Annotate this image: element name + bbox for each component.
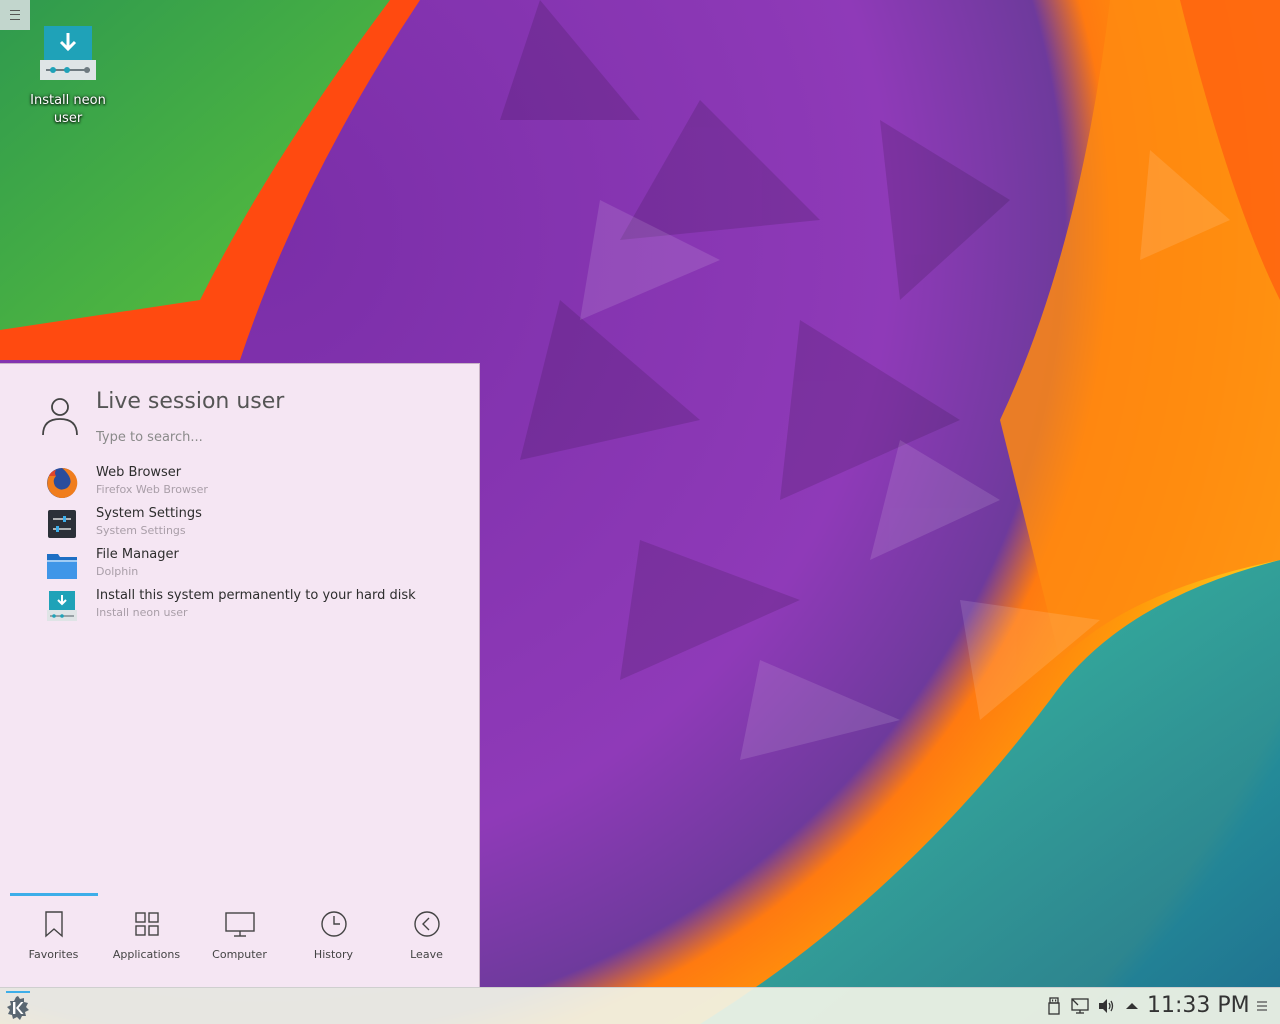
tab-label: Computer	[212, 948, 267, 961]
clock-icon	[320, 911, 347, 937]
network-icon[interactable]	[1071, 997, 1089, 1015]
bookmark-icon	[44, 911, 63, 938]
panel-options-icon[interactable]	[1256, 999, 1268, 1013]
active-tab-indicator	[10, 893, 98, 896]
launcher-active-indicator	[6, 991, 30, 993]
desktop-icon-install-neon[interactable]: Install neon user	[20, 24, 116, 128]
favorite-description: Firefox Web Browser	[96, 483, 208, 496]
tab-applications[interactable]: Applications	[100, 910, 193, 970]
favorite-name: System Settings	[96, 506, 202, 521]
tab-label: Leave	[410, 948, 443, 961]
tab-favorites[interactable]: Favorites	[7, 910, 100, 970]
favorite-description: System Settings	[96, 524, 186, 537]
system-settings-icon	[48, 510, 76, 538]
tab-computer[interactable]: Computer	[193, 910, 286, 970]
leave-icon	[413, 911, 440, 937]
user-avatar-icon	[42, 398, 78, 436]
kde-logo-icon	[7, 996, 29, 1020]
favorite-description: Dolphin	[96, 565, 139, 578]
folder-icon	[47, 554, 77, 579]
favorite-item-web-browser[interactable]: Web Browser Firefox Web Browser	[40, 465, 460, 505]
installer-icon	[40, 26, 96, 80]
application-launcher: Live session user Web Browser Firefox We…	[0, 363, 480, 987]
hamburger-menu-icon	[10, 10, 20, 20]
favorite-item-file-manager[interactable]: File Manager Dolphin	[40, 547, 460, 587]
monitor-icon	[224, 912, 255, 937]
tab-history[interactable]: History	[287, 910, 380, 970]
clock[interactable]: 11:33 PM	[1147, 993, 1250, 1018]
tab-leave[interactable]: Leave	[380, 910, 473, 970]
volume-icon[interactable]	[1097, 997, 1115, 1015]
favorite-description: Install neon user	[96, 606, 188, 619]
favorite-item-installer[interactable]: Install this system permanently to your …	[40, 588, 460, 628]
favorite-item-system-settings[interactable]: System Settings System Settings	[40, 506, 460, 546]
tab-label: History	[313, 948, 354, 961]
tab-label: Favorites	[28, 948, 79, 961]
tab-label: Applications	[112, 948, 181, 961]
user-name: Live session user	[96, 389, 285, 414]
taskbar: 11:33 PM	[0, 987, 1280, 1024]
favorite-name: Web Browser	[96, 465, 182, 480]
installer-icon	[47, 591, 77, 621]
expand-arrow-icon[interactable]	[1123, 997, 1141, 1015]
firefox-icon	[47, 467, 78, 498]
grid-icon	[134, 912, 159, 936]
favorite-name: File Manager	[96, 547, 179, 562]
favorite-name: Install this system permanently to your …	[96, 588, 416, 603]
application-launcher-button[interactable]	[4, 991, 32, 1021]
launcher-tabs: Favorites Applications Computer History …	[0, 890, 480, 988]
usb-icon[interactable]	[1045, 997, 1063, 1015]
search-input[interactable]	[96, 426, 436, 448]
desktop-icon-label: Install neon user	[30, 93, 106, 126]
